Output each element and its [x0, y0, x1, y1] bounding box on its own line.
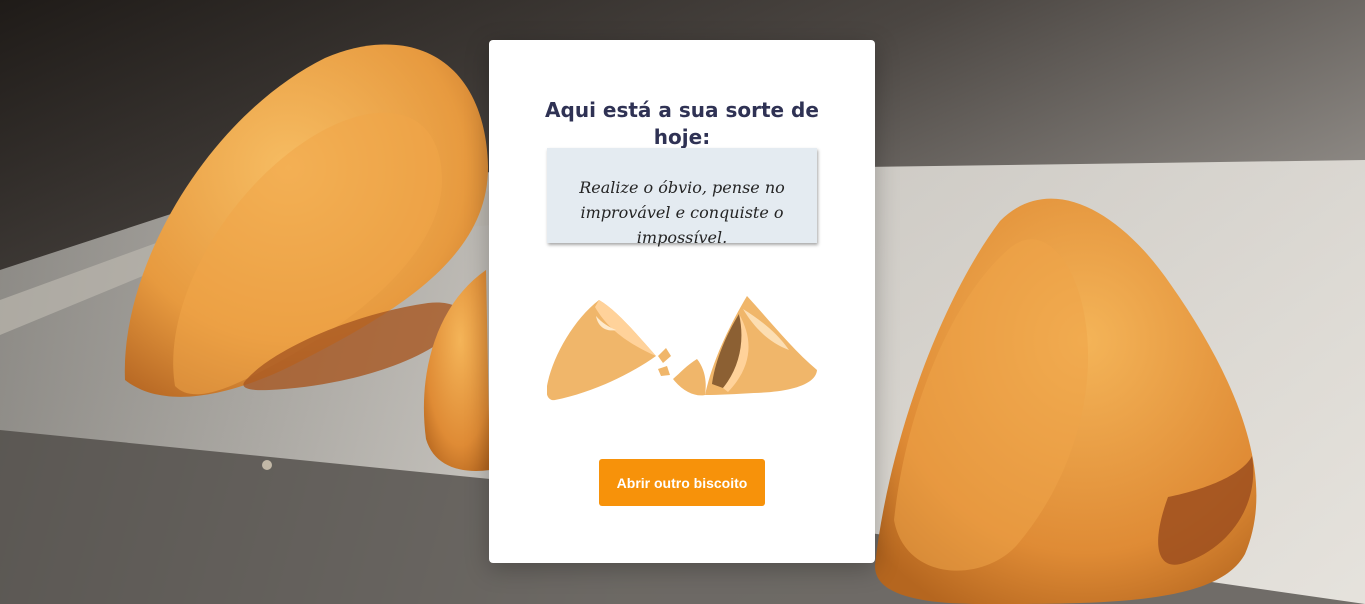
- fortune-message-box: Realize o óbvio, pense no improvável e c…: [547, 148, 817, 247]
- open-another-cookie-button[interactable]: Abrir outro biscoito: [599, 459, 765, 506]
- fortune-card: Aqui está a sua sorte de hoje: Realize o…: [489, 40, 875, 563]
- fortune-message: Realize o óbvio, pense no improvável e c…: [579, 178, 785, 247]
- broken-fortune-cookie-icon: [546, 296, 819, 402]
- fortune-title: Aqui está a sua sorte de hoje:: [545, 98, 819, 150]
